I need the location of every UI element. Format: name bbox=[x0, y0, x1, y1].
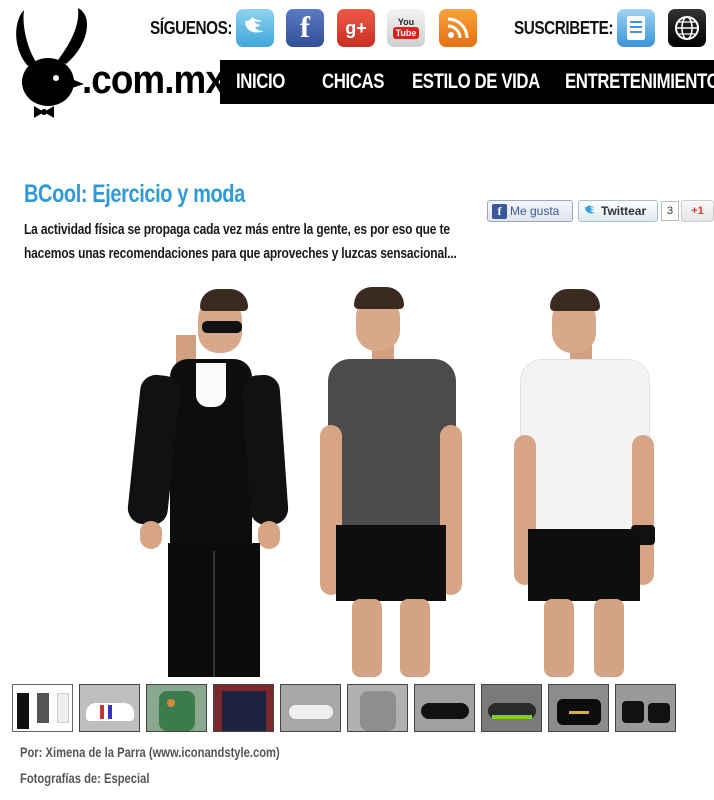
thumbnail-gray-hoodie[interactable] bbox=[347, 684, 408, 732]
thumbnail-white-shoe[interactable] bbox=[280, 684, 341, 732]
google-plus-icon[interactable]: g+ bbox=[337, 9, 375, 47]
main-navigation: INICIO CHICAS ESTILO DE VIDA ENTRETENIMI… bbox=[220, 60, 714, 104]
like-label: Me gusta bbox=[510, 204, 560, 218]
tweet-label: Twittear bbox=[601, 204, 647, 218]
model-white-polo bbox=[510, 285, 660, 677]
tweet-count: 3 bbox=[661, 201, 679, 221]
thumbnail-green-sneaker[interactable] bbox=[481, 684, 542, 732]
subscribe-label: SUSCRIBETE: bbox=[514, 18, 614, 38]
globe-icon[interactable] bbox=[668, 9, 706, 47]
thumbnail-floral-jacket[interactable] bbox=[146, 684, 207, 732]
rss-icon[interactable] bbox=[439, 9, 477, 47]
follow-us-label: SÍGUENOS: bbox=[150, 18, 233, 38]
thumbnail-black-boots[interactable] bbox=[615, 684, 676, 732]
nav-item-entretenimiento[interactable]: ENTRETENIMIENTO bbox=[565, 70, 714, 94]
nav-item-chicas[interactable]: CHICAS bbox=[322, 70, 384, 94]
facebook-like-button[interactable]: f Me gusta bbox=[487, 200, 573, 222]
model-gray-polo bbox=[320, 285, 470, 677]
youtube-tube-text: Tube bbox=[392, 27, 420, 39]
thumbnail-sneakers-striped[interactable] bbox=[79, 684, 140, 732]
twitter-bird-icon bbox=[585, 205, 596, 214]
nav-item-inicio[interactable]: INICIO bbox=[236, 70, 285, 94]
article-title[interactable]: BCool: Ejercicio y moda bbox=[24, 180, 245, 209]
photo-credit: Fotografías de: Especial bbox=[20, 770, 150, 786]
article-byline: Por: Ximena de la Parra (www.iconandstyl… bbox=[20, 744, 280, 760]
main-photo bbox=[90, 285, 680, 677]
article-intro: La actividad física se propaga cada vez … bbox=[24, 221, 457, 262]
thumbnail-graphic-tee[interactable] bbox=[213, 684, 274, 732]
facebook-icon[interactable]: f bbox=[286, 9, 324, 47]
facebook-small-icon: f bbox=[492, 203, 507, 219]
thumbnail-models[interactable] bbox=[12, 684, 73, 732]
nav-item-estilo-de-vida[interactable]: ESTILO DE VIDA bbox=[412, 70, 540, 94]
google-plus-label: +1 bbox=[691, 205, 704, 217]
newsletter-icon[interactable] bbox=[617, 9, 655, 47]
youtube-icon[interactable]: You Tube bbox=[387, 9, 425, 47]
tweet-button[interactable]: Twittear bbox=[578, 200, 658, 222]
gplus-glyph: g+ bbox=[345, 17, 367, 38]
twitter-icon[interactable] bbox=[236, 9, 274, 47]
model-black-tracksuit bbox=[110, 285, 290, 677]
thumbnail-black-shoe[interactable] bbox=[414, 684, 475, 732]
sunglasses-icon bbox=[202, 321, 242, 333]
thumbnail-sports-bag[interactable] bbox=[548, 684, 609, 732]
youtube-you-text: You bbox=[397, 17, 415, 27]
google-plus-one-button[interactable]: +1 bbox=[681, 200, 714, 222]
logo-domain-text: .com.mx bbox=[82, 58, 226, 102]
gallery-thumbnails bbox=[12, 684, 676, 732]
facebook-glyph: f bbox=[300, 11, 310, 44]
